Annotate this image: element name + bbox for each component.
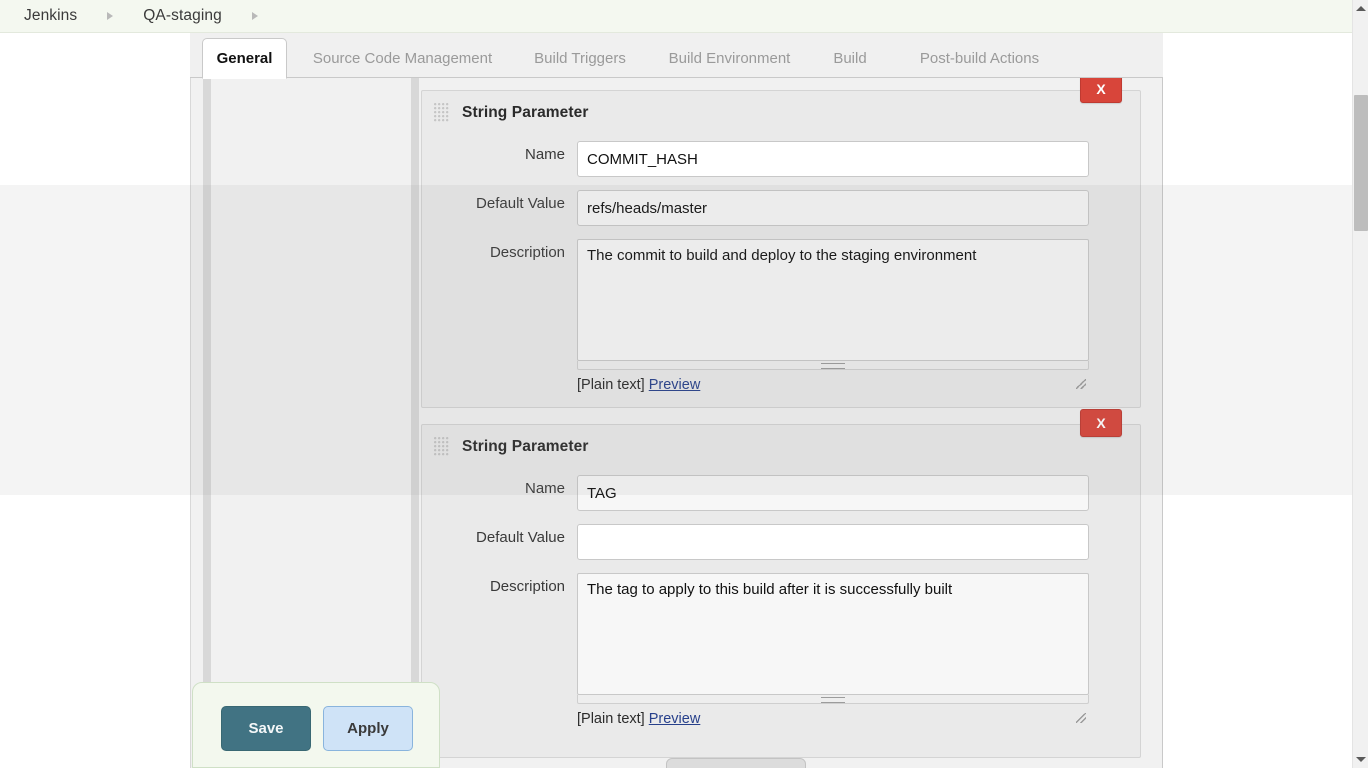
description-markup-row: [Plain text] Preview bbox=[577, 377, 1089, 393]
tab-post-build-actions[interactable]: Post-build Actions bbox=[892, 39, 1067, 78]
preview-link[interactable]: Preview bbox=[649, 711, 701, 727]
parameter-type-title: String Parameter bbox=[462, 438, 589, 455]
description-editor: The commit to build and deploy to the st… bbox=[577, 239, 1089, 393]
chevron-right-icon bbox=[251, 12, 258, 20]
apply-button[interactable]: Apply bbox=[323, 706, 413, 751]
drag-handle-icon[interactable] bbox=[434, 103, 450, 123]
column-divider-left bbox=[203, 78, 211, 768]
breadcrumb: Jenkins QA-staging bbox=[0, 0, 1352, 33]
preview-link[interactable]: Preview bbox=[649, 377, 701, 393]
column-divider-right bbox=[411, 78, 419, 768]
parameter-type-title: String Parameter bbox=[462, 104, 589, 121]
vertical-scrollbar[interactable] bbox=[1352, 0, 1368, 768]
tab-general[interactable]: General bbox=[202, 38, 287, 79]
parameter-description-textarea[interactable]: The commit to build and deploy to the st… bbox=[577, 239, 1089, 361]
parameter-name-input[interactable] bbox=[577, 141, 1089, 177]
parameter-block: X String Parameter ? Name ? Default Valu… bbox=[421, 78, 1141, 408]
save-button[interactable]: Save bbox=[221, 706, 311, 751]
remove-parameter-button[interactable]: X bbox=[1080, 78, 1122, 103]
add-parameter-button[interactable]: Add Parameter bbox=[666, 758, 806, 768]
parameter-description-row: Description The commit to build and depl… bbox=[422, 239, 1140, 393]
plain-text-label: [Plain text] bbox=[577, 711, 645, 727]
parameter-description-row: Description The tag to apply to this bui… bbox=[422, 573, 1140, 727]
parameter-description-label: Description bbox=[489, 578, 565, 595]
drag-handle-icon[interactable] bbox=[434, 437, 450, 457]
parameters-section: X String Parameter ? Name ? Default Valu… bbox=[421, 78, 1162, 768]
parameter-block: X String Parameter ? Name ? Default Valu… bbox=[421, 409, 1141, 758]
plain-text-label: [Plain text] bbox=[577, 377, 645, 393]
breadcrumb-item-jenkins[interactable]: Jenkins bbox=[24, 7, 77, 25]
parameter-name-label: Name bbox=[524, 146, 565, 163]
tab-build-triggers[interactable]: Build Triggers bbox=[520, 39, 640, 78]
parameter-default-value-row: Default Value ? bbox=[422, 524, 1140, 560]
parameter-default-value-label: Default Value bbox=[476, 195, 565, 212]
parameter-description-textarea[interactable]: The tag to apply to this build after it … bbox=[577, 573, 1089, 695]
config-tab-bar: General Source Code Management Build Tri… bbox=[190, 33, 1163, 79]
scroll-up-arrow-icon[interactable] bbox=[1356, 6, 1366, 11]
tab-build-environment[interactable]: Build Environment bbox=[652, 39, 807, 78]
parameter-block-header: String Parameter ? bbox=[422, 425, 1140, 469]
scrollbar-thumb[interactable] bbox=[1354, 95, 1368, 231]
scroll-down-arrow-icon[interactable] bbox=[1356, 757, 1366, 762]
parameter-name-input[interactable] bbox=[577, 475, 1089, 511]
breadcrumb-item-qa-staging[interactable]: QA-staging bbox=[143, 7, 222, 25]
parameter-name-row: Name ? bbox=[422, 141, 1140, 177]
form-action-bar: Save Apply bbox=[192, 682, 440, 768]
remove-parameter-button[interactable]: X bbox=[1080, 409, 1122, 437]
parameter-default-value-label: Default Value bbox=[476, 529, 565, 546]
description-editor: The tag to apply to this build after it … bbox=[577, 573, 1089, 727]
parameter-default-value-input[interactable] bbox=[577, 190, 1089, 226]
chevron-right-icon bbox=[107, 12, 114, 20]
parameter-block-header: String Parameter ? bbox=[422, 91, 1140, 135]
tab-source-code-management[interactable]: Source Code Management bbox=[300, 39, 505, 78]
config-form-body: X String Parameter ? Name ? Default Valu… bbox=[190, 78, 1163, 768]
parameter-default-value-input[interactable] bbox=[577, 524, 1089, 560]
parameter-default-value-row: Default Value ? bbox=[422, 190, 1140, 226]
description-markup-row: [Plain text] Preview bbox=[577, 711, 1089, 727]
parameter-name-label: Name bbox=[524, 480, 565, 497]
textarea-drag-bar[interactable] bbox=[577, 695, 1089, 704]
tab-build[interactable]: Build bbox=[820, 39, 880, 78]
parameter-name-row: Name ? bbox=[422, 475, 1140, 511]
parameter-description-label: Description bbox=[489, 244, 565, 261]
jenkins-config-page: Jenkins QA-staging General Source Code M… bbox=[0, 0, 1368, 768]
textarea-drag-bar[interactable] bbox=[577, 361, 1089, 370]
